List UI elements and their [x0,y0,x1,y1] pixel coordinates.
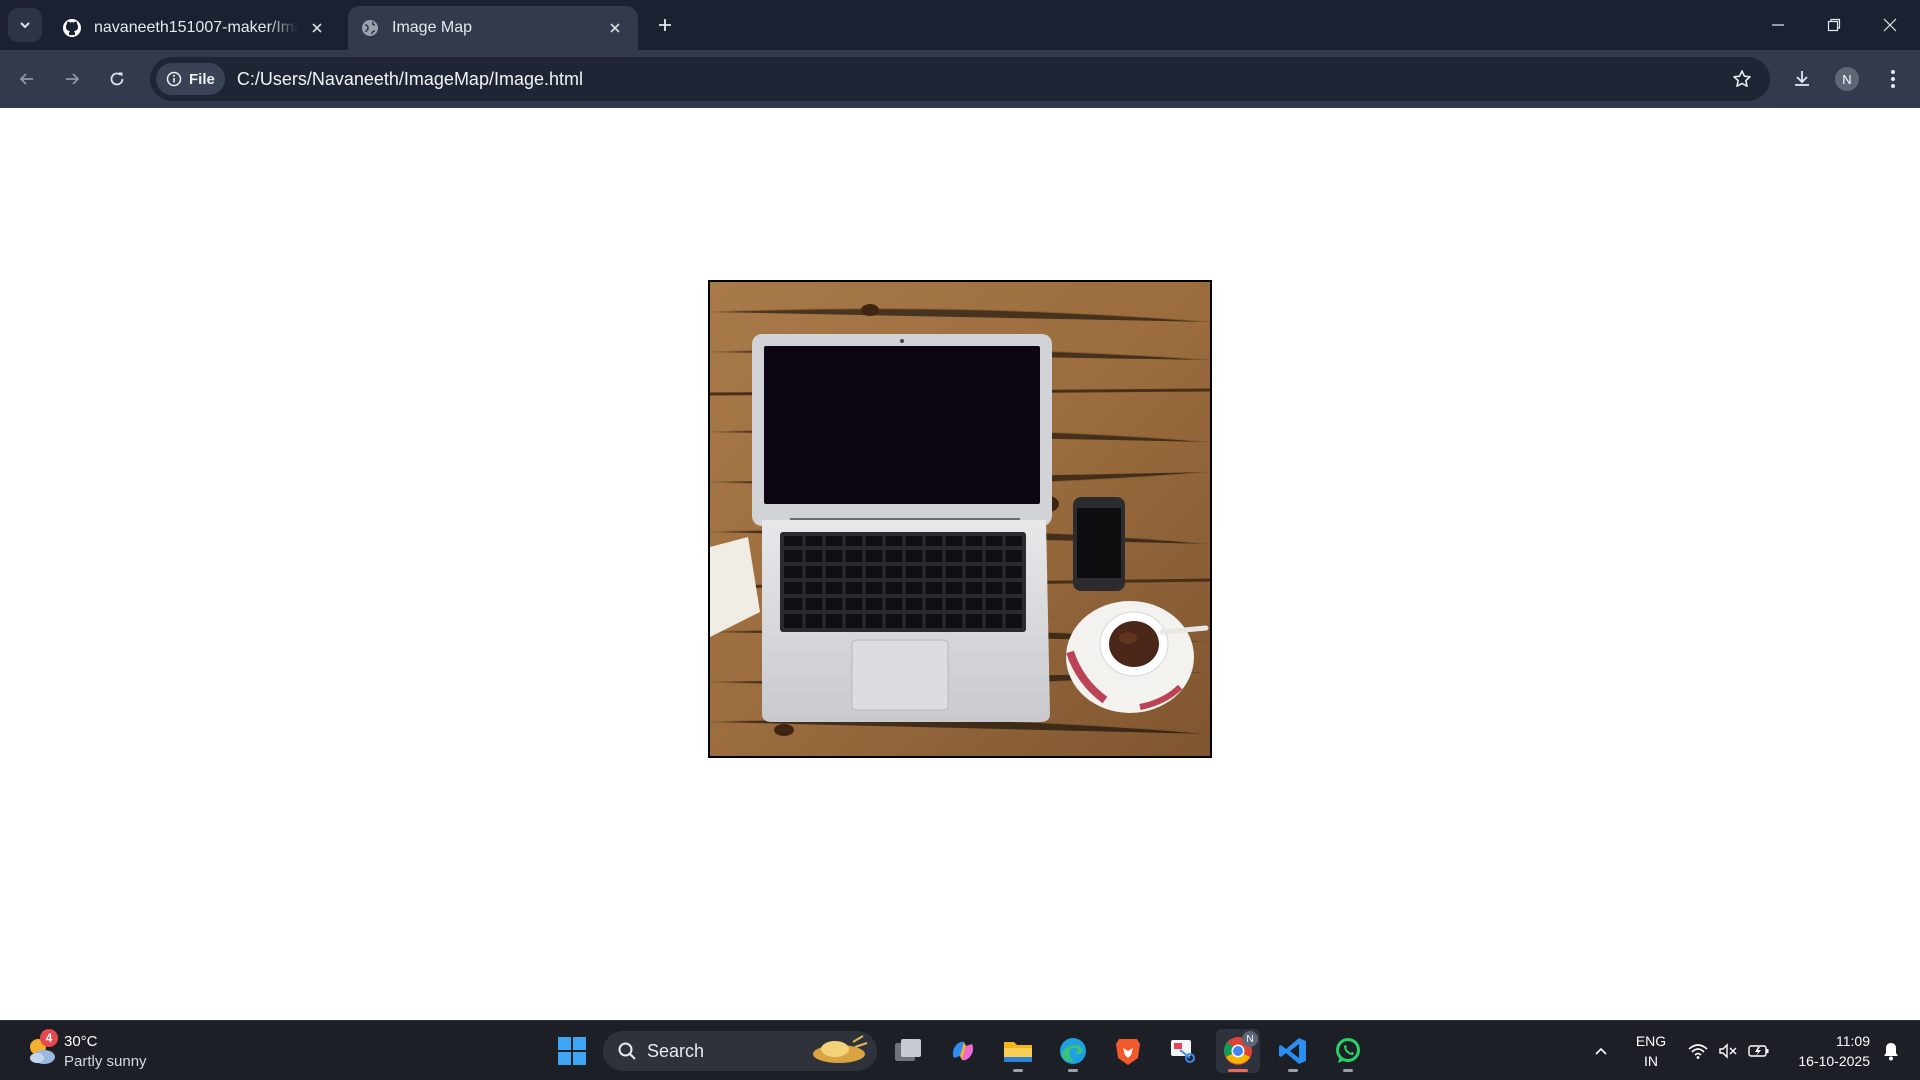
browser-toolbar: File C:/Users/Navaneeth/ImageMap/Image.h… [0,50,1920,108]
snipping-tool-icon [1171,1040,1195,1063]
edge-icon [1060,1038,1086,1064]
tab-image-map[interactable]: Image Map [348,6,638,50]
arrow-left-icon [19,73,33,85]
show-hidden-icons-button[interactable] [1586,1021,1616,1080]
vscode-button[interactable] [1271,1029,1315,1073]
windows-icon [558,1037,586,1065]
bell-icon [1884,1043,1898,1061]
search-label: Search [647,1040,705,1061]
globe-icon [360,18,380,38]
close-window-button[interactable] [1862,0,1918,50]
github-icon [62,18,82,38]
whatsapp-button[interactable] [1326,1029,1370,1073]
address-bar[interactable]: File C:/Users/Navaneeth/ImageMap/Image.h… [150,57,1770,101]
profile-button[interactable]: N [1830,62,1864,96]
url-text[interactable]: C:/Users/Navaneeth/ImageMap/Image.html [237,69,1722,90]
reload-button[interactable] [100,62,134,96]
avatar: N [1835,67,1859,91]
system-clock[interactable]: 11:09 16-10-2025 [1776,1031,1870,1071]
minimize-button[interactable] [1750,0,1806,50]
bookmark-button[interactable] [1722,59,1762,99]
notifications-button[interactable] [1874,1021,1908,1080]
more-vertical-icon [1891,70,1895,88]
close-icon [312,23,322,33]
brave-icon [1116,1039,1140,1065]
clock-time: 11:09 [1836,1033,1870,1049]
copilot-button[interactable] [941,1029,985,1073]
chevron-down-icon [20,22,30,29]
chrome-button[interactable]: N [1216,1029,1260,1073]
folder-icon [1004,1042,1032,1062]
battery-charging-icon [1748,1045,1769,1057]
task-view-icon [895,1039,921,1061]
file-explorer-button[interactable] [996,1029,1040,1073]
language-line2: IN [1644,1053,1658,1069]
tab-strip: navaneeth151007-maker/ImageMap Image Map [0,0,1920,50]
weather-widget[interactable]: 4 30°C Partly sunny [24,1029,164,1073]
speaker-muted-icon [1719,1043,1737,1059]
weather-condition: Partly sunny [64,1053,147,1070]
minimize-icon [1772,24,1784,26]
menu-button[interactable] [1876,62,1910,96]
site-info-chip[interactable]: File [156,63,225,95]
tab-title: Image Map [392,19,473,36]
snipping-tool-button[interactable] [1161,1029,1205,1073]
restore-icon [1827,18,1841,32]
language-line1: ENG [1635,1033,1667,1049]
tab-close-button[interactable] [306,17,328,39]
taskbar-search[interactable]: Search [603,1031,877,1071]
taskbar: 4 30°C Partly sunny Search N ENG IN 11:0… [0,1020,1920,1080]
search-highlight-icon [813,1035,868,1063]
task-view-button[interactable] [886,1029,930,1073]
forward-button[interactable] [55,62,89,96]
tab-github[interactable]: navaneeth151007-maker/ImageMap [50,6,340,50]
clock-date: 16-10-2025 [1798,1053,1870,1069]
quick-settings-button[interactable] [1684,1021,1774,1080]
plus-icon [659,19,671,31]
download-icon [1795,71,1809,86]
wifi-icon [1688,1044,1708,1059]
tab-title: navaneeth151007-maker/ImageMap [94,19,298,36]
input-language[interactable]: ENG IN [1628,1031,1674,1071]
weather-temperature: 30°C [64,1033,98,1050]
back-button[interactable] [10,62,44,96]
downloads-button[interactable] [1785,62,1819,96]
star-icon [1733,70,1751,87]
whatsapp-icon [1336,1038,1360,1063]
image-map-picture[interactable] [708,280,1212,758]
info-icon [166,71,182,87]
arrow-right-icon [66,73,80,85]
close-icon [610,23,620,33]
edge-button[interactable] [1051,1029,1095,1073]
page-content [0,108,1920,1020]
copilot-icon [952,1041,974,1061]
reload-icon [110,72,124,86]
restore-button[interactable] [1806,0,1862,50]
tab-search-button[interactable] [8,8,42,42]
site-info-label: File [189,70,215,88]
chevron-up-icon [1595,1047,1607,1055]
vscode-icon [1279,1038,1306,1064]
brave-button[interactable] [1106,1029,1150,1073]
tab-close-button[interactable] [604,17,626,39]
browser-window: navaneeth151007-maker/ImageMap Image Map [0,0,1920,1080]
new-tab-button[interactable] [650,10,680,40]
close-icon [1883,18,1897,32]
chrome-profile-badge: N [1242,1031,1258,1047]
weather-badge: 4 [40,1029,58,1047]
start-button[interactable] [550,1029,594,1073]
search-icon [618,1042,636,1060]
